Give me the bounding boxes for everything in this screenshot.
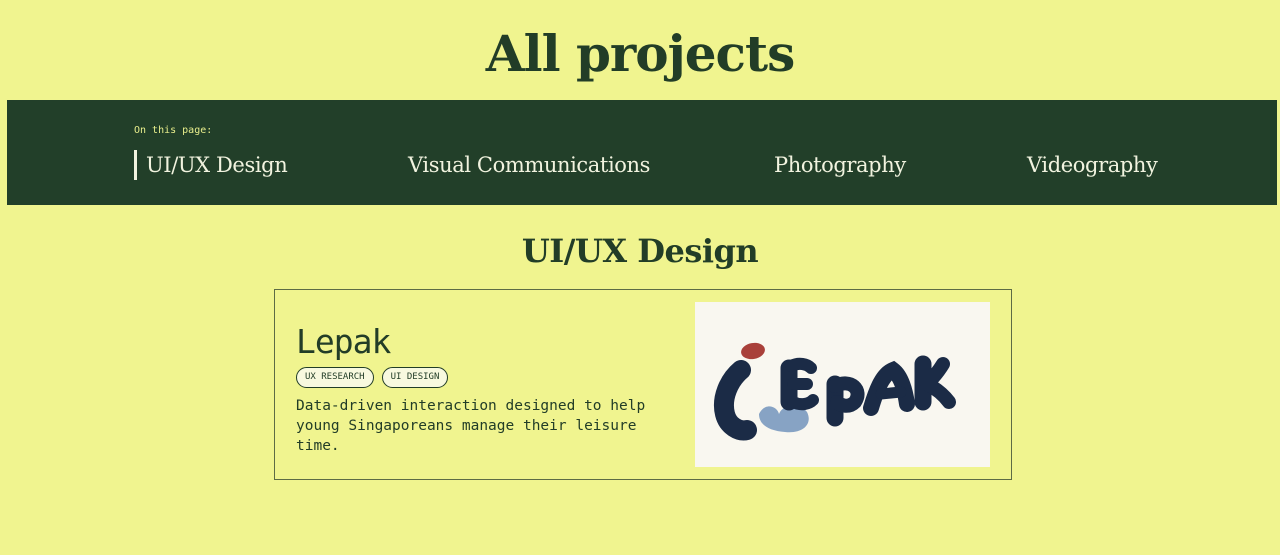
- project-tags: UX RESEARCH UI DESIGN: [296, 367, 449, 388]
- nav-caption: On this page:: [134, 125, 213, 136]
- section-title: UI/UX Design: [521, 232, 759, 270]
- nav-link-visual-communications[interactable]: Visual Communications: [408, 150, 650, 180]
- page-title: All projects: [485, 24, 795, 83]
- nav-link-ui-ux-design[interactable]: UI/UX Design: [134, 150, 288, 180]
- lepak-logo: [714, 342, 956, 441]
- project-thumbnail[interactable]: [695, 302, 990, 467]
- project-description: Data-driven interaction designed to help…: [296, 398, 646, 454]
- nav-link-photography[interactable]: Photography: [774, 150, 906, 180]
- project-name[interactable]: Lepak: [296, 320, 391, 364]
- project-card-lepak[interactable]: Lepak UX RESEARCH UI DESIGN Data-driven …: [274, 289, 1012, 480]
- nav-link-videography[interactable]: Videography: [1027, 150, 1158, 180]
- tag-ux-research: UX RESEARCH: [296, 367, 374, 388]
- on-this-page-nav: On this page: UI/UX Design Visual Commun…: [7, 100, 1277, 205]
- tag-ui-design: UI DESIGN: [381, 367, 449, 388]
